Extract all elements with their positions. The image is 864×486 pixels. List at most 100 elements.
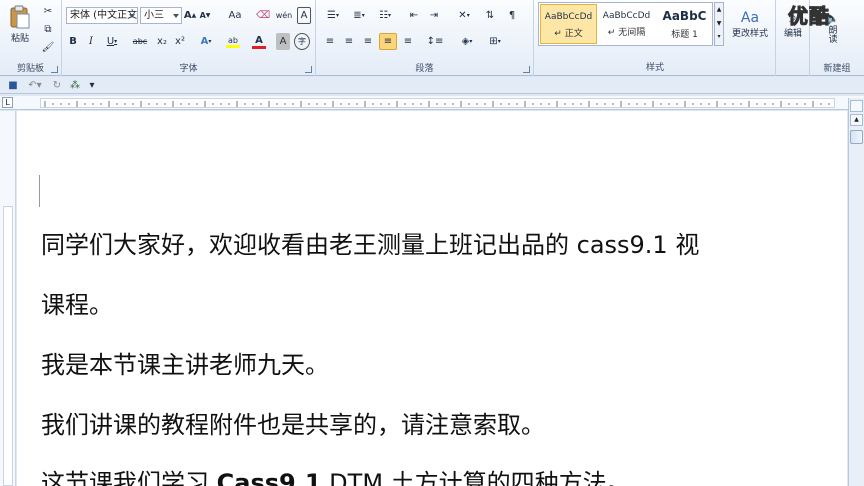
vertical-scrollbar[interactable]: ▲ xyxy=(848,98,864,486)
char-shading-button[interactable]: A xyxy=(276,33,290,50)
text-effects-button[interactable]: A ▾ xyxy=(196,33,216,50)
paragraph-3[interactable]: 我是本节课主讲老师九天。 xyxy=(41,345,329,380)
bold-icon: B xyxy=(69,36,77,47)
copy-button[interactable]: ⧉ xyxy=(40,21,56,38)
underline-icon: U xyxy=(106,36,115,47)
style-normal-sample: AaBbCcDd xyxy=(544,12,593,22)
highlight-button[interactable]: ab xyxy=(222,33,244,50)
font-name-value: 宋体 (中文正文) xyxy=(70,10,138,21)
font-group: 宋体 (中文正文) 小三 A ▲ A ▼ Aa ⌫ wén A B I U ▾ abc… xyxy=(62,0,316,76)
paragraph-group: ☰ ▾ ≣ ▾ ☷ ▾ ⇤ ⇥ ✕ ▾ ⇅ ¶ ≡ ≡ ≡ ≡ ≡ ↕≡ ◈ ▾ ⊞ ▾ 段… xyxy=(316,0,534,76)
font-color-button[interactable]: A xyxy=(248,33,270,50)
subscript-button[interactable]: x₂ xyxy=(154,33,170,50)
change-case-button[interactable]: Aa xyxy=(224,7,246,24)
paragraph-launcher-icon[interactable] xyxy=(523,66,530,73)
font-name-combo[interactable]: 宋体 (中文正文) xyxy=(66,7,138,24)
enclose-char-button[interactable]: 字 xyxy=(294,33,310,50)
font-size-combo[interactable]: 小三 xyxy=(140,7,182,24)
increase-indent-button[interactable]: ⇥ xyxy=(426,7,442,24)
redo-icon: ↻ xyxy=(52,79,62,91)
chinese-layout-icon: ✕ xyxy=(458,10,467,21)
paste-button[interactable]: 粘贴 xyxy=(3,2,37,46)
vertical-ruler[interactable] xyxy=(0,111,16,486)
tab-selector-icon[interactable]: L xyxy=(2,97,13,108)
paragraph-2[interactable]: 课程。 xyxy=(41,285,113,320)
change-styles-icon: Aa xyxy=(740,9,760,26)
justify-icon: ≡ xyxy=(383,36,393,47)
style-heading-1-name: 标题 1 xyxy=(671,30,698,40)
bullets-button[interactable]: ☰ ▾ xyxy=(322,7,344,24)
chevron-down-icon xyxy=(173,14,179,18)
paragraph-1[interactable]: 同学们大家好，欢迎收看由老王测量上班记出品的 cass9.1 视 xyxy=(41,225,699,260)
font-color-icon: A xyxy=(255,34,263,46)
align-center-button[interactable]: ≡ xyxy=(341,33,357,50)
shading-button[interactable]: ◈ ▾ xyxy=(456,33,478,50)
strikethrough-button[interactable]: abc xyxy=(130,33,150,50)
horizontal-ruler[interactable]: L xyxy=(0,96,864,110)
scroll-thumb[interactable] xyxy=(850,130,863,144)
line-spacing-icon: ↕≡ xyxy=(426,36,444,47)
char-border-icon: A xyxy=(300,10,308,21)
share-button[interactable]: ⁂ xyxy=(68,77,82,93)
format-painter-button[interactable]: 🖌 xyxy=(40,39,56,56)
style-no-spacing[interactable]: AaBbCcDd ↵ 无间隔 xyxy=(598,4,655,44)
superscript-button[interactable]: x² xyxy=(172,33,188,50)
grow-font-button[interactable]: A ▲ xyxy=(184,7,196,24)
paste-icon xyxy=(10,5,30,28)
clipboard-launcher-icon[interactable] xyxy=(51,66,58,73)
line-spacing-button[interactable]: ↕≡ xyxy=(424,33,446,50)
change-styles-button[interactable]: Aa 更改样式 xyxy=(727,4,773,44)
scroll-up-button[interactable]: ▲ xyxy=(850,114,863,126)
paragraph-5-after: DTM 土方计算的四种方法。 xyxy=(321,469,631,486)
font-launcher-icon[interactable] xyxy=(305,66,312,73)
outdent-icon: ⇤ xyxy=(409,10,419,21)
styles-gallery-scroll[interactable]: ▲ ▼ ▾ xyxy=(714,2,724,46)
save-button[interactable]: ■ xyxy=(6,77,20,93)
paragraph-4[interactable]: 我们讲课的教程附件也是共享的，请注意索取。 xyxy=(41,405,545,440)
italic-button[interactable]: I xyxy=(84,33,98,50)
paragraph-5[interactable]: 这节课我们学习 Cass9.1 DTM 土方计算的四种方法。 xyxy=(41,463,631,486)
superscript-icon: x² xyxy=(175,36,185,47)
numbered-list-icon: ≣ xyxy=(353,10,362,21)
pilcrow-icon: ¶ xyxy=(508,10,516,21)
redo-button[interactable]: ↻ xyxy=(50,77,64,93)
chinese-layout-button[interactable]: ✕ ▾ xyxy=(452,7,476,24)
justify-button[interactable]: ≡ xyxy=(379,33,397,50)
phonetic-guide-button[interactable]: wén xyxy=(274,7,294,24)
style-no-spacing-sample: AaBbCcDd xyxy=(602,11,651,21)
clipboard-group: 粘贴 ✂ ⧉ 🖌 剪贴板 xyxy=(0,0,62,76)
bold-button[interactable]: B xyxy=(66,33,80,50)
style-normal[interactable]: AaBbCcDd ↵ 正文 xyxy=(540,4,597,44)
numbering-button[interactable]: ≣ ▾ xyxy=(348,7,370,24)
style-heading-1[interactable]: AaBbC 标题 1 xyxy=(656,4,713,44)
text-effects-icon: A xyxy=(200,36,209,47)
align-left-button[interactable]: ≡ xyxy=(322,33,338,50)
change-case-icon: Aa xyxy=(228,10,242,21)
chevron-down-icon: ▼ xyxy=(716,20,722,27)
clear-format-button[interactable]: ⌫ xyxy=(256,7,270,24)
network-icon: ⁂ xyxy=(70,79,80,91)
underline-button[interactable]: U ▾ xyxy=(102,33,122,50)
cut-button[interactable]: ✂ xyxy=(40,3,56,20)
distribute-button[interactable]: ≡ xyxy=(400,33,416,50)
show-marks-button[interactable]: ¶ xyxy=(504,7,520,24)
strikethrough-icon: abc xyxy=(132,37,148,46)
borders-icon: ⊞ xyxy=(489,36,498,47)
paragraph-5-bold: Cass9.1 xyxy=(216,469,322,486)
sort-button[interactable]: ⇅ xyxy=(482,7,498,24)
document-page[interactable]: 同学们大家好，欢迎收看由老王测量上班记出品的 cass9.1 视 课程。 我是本… xyxy=(17,111,847,486)
save-icon: ■ xyxy=(8,79,18,91)
decrease-indent-button[interactable]: ⇤ xyxy=(406,7,422,24)
shrink-font-button[interactable]: A ▼ xyxy=(199,7,211,24)
borders-button[interactable]: ⊞ ▾ xyxy=(484,33,506,50)
multilevel-list-button[interactable]: ☷ ▾ xyxy=(374,7,396,24)
styles-group-label: 样式 xyxy=(645,63,664,73)
change-styles-label: 更改样式 xyxy=(731,28,768,39)
ruler-toggle-button[interactable] xyxy=(850,100,863,112)
more-styles-icon: ▾ xyxy=(717,33,721,40)
align-right-button[interactable]: ≡ xyxy=(360,33,376,50)
undo-button[interactable]: ↶▾ xyxy=(24,77,46,93)
customize-qat-button[interactable]: ▾ xyxy=(86,77,98,93)
paste-label: 粘贴 xyxy=(10,33,29,44)
char-border-button[interactable]: A xyxy=(297,7,311,24)
